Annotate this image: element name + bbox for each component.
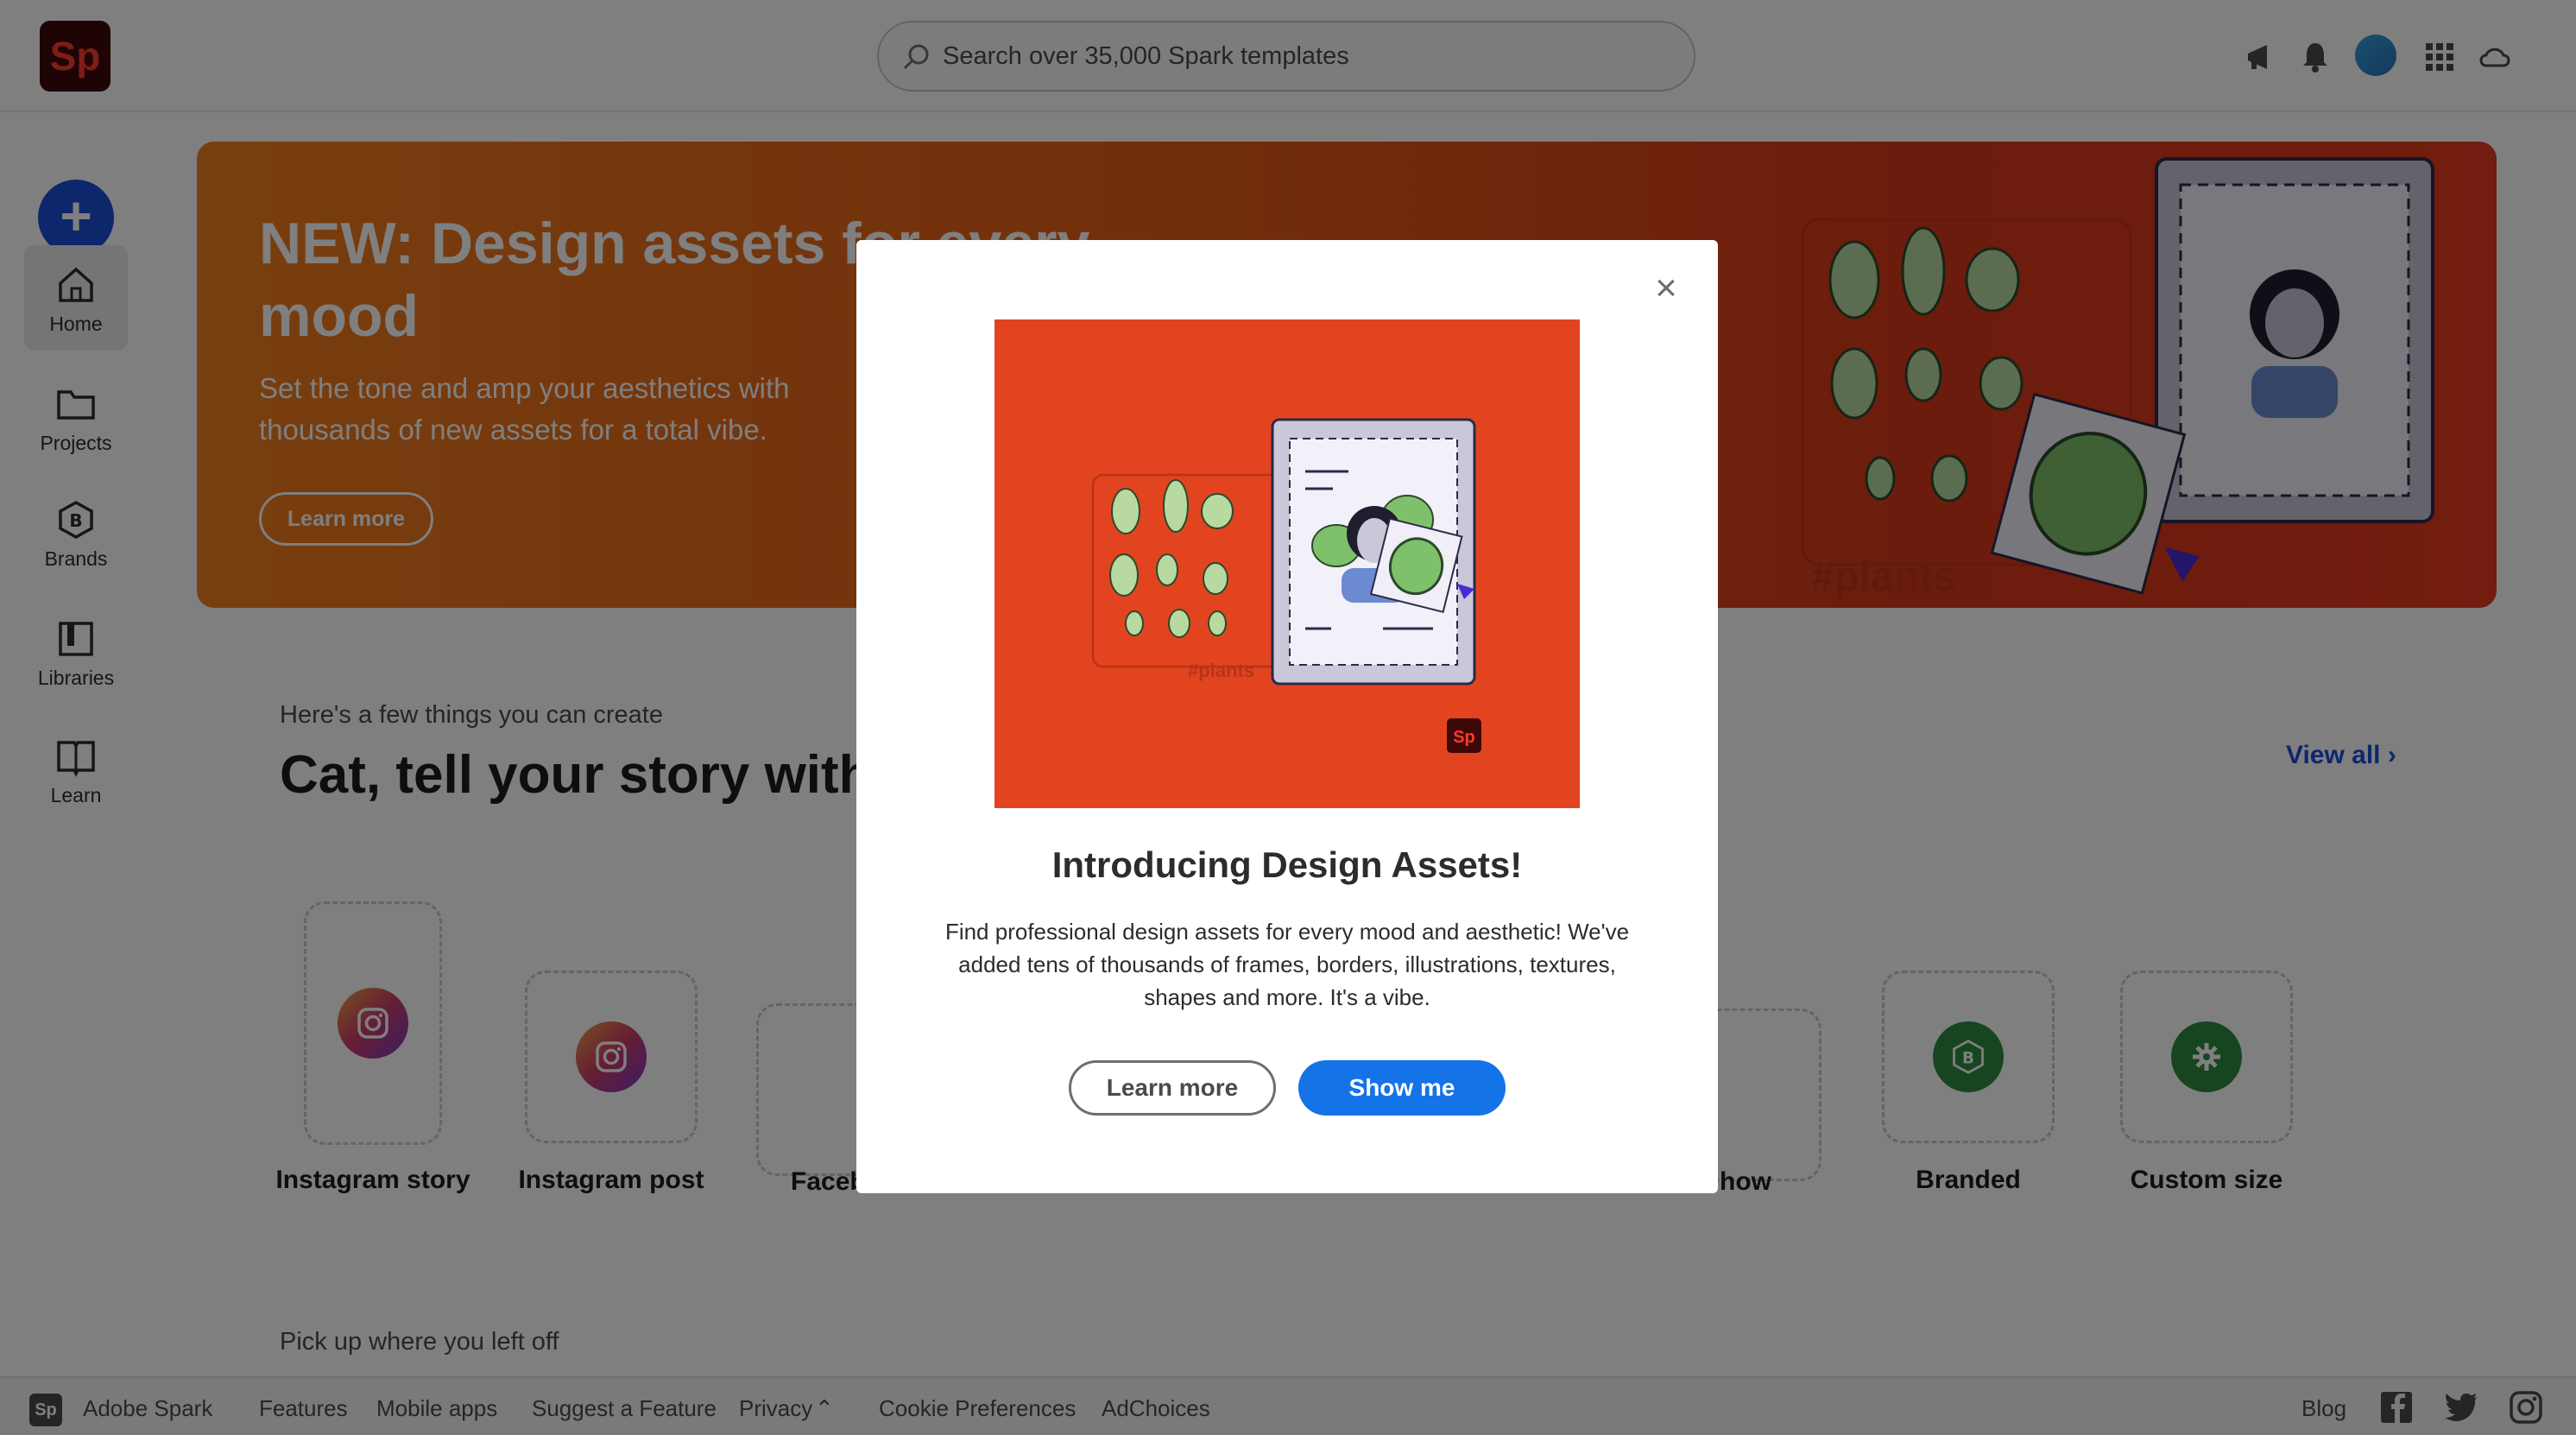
modal-image-tag: #plants <box>1188 660 1254 681</box>
modal-learn-more-button[interactable]: Learn more <box>1069 1060 1276 1116</box>
design-assets-modal: × #plants Sp Introducing Design Assets! … <box>856 240 1718 1193</box>
modal-title: Introducing Design Assets! <box>1051 844 1523 885</box>
modal-body: Find professional design assets for ever… <box>944 919 1630 1010</box>
modal-show-me-button[interactable]: Show me <box>1298 1060 1506 1116</box>
close-icon[interactable]: × <box>1647 269 1685 309</box>
modal-image-logo: Sp <box>1453 728 1475 747</box>
modal-illustration: #plants Sp <box>1091 418 1481 753</box>
modal-hero-image: #plants Sp <box>994 319 1580 808</box>
